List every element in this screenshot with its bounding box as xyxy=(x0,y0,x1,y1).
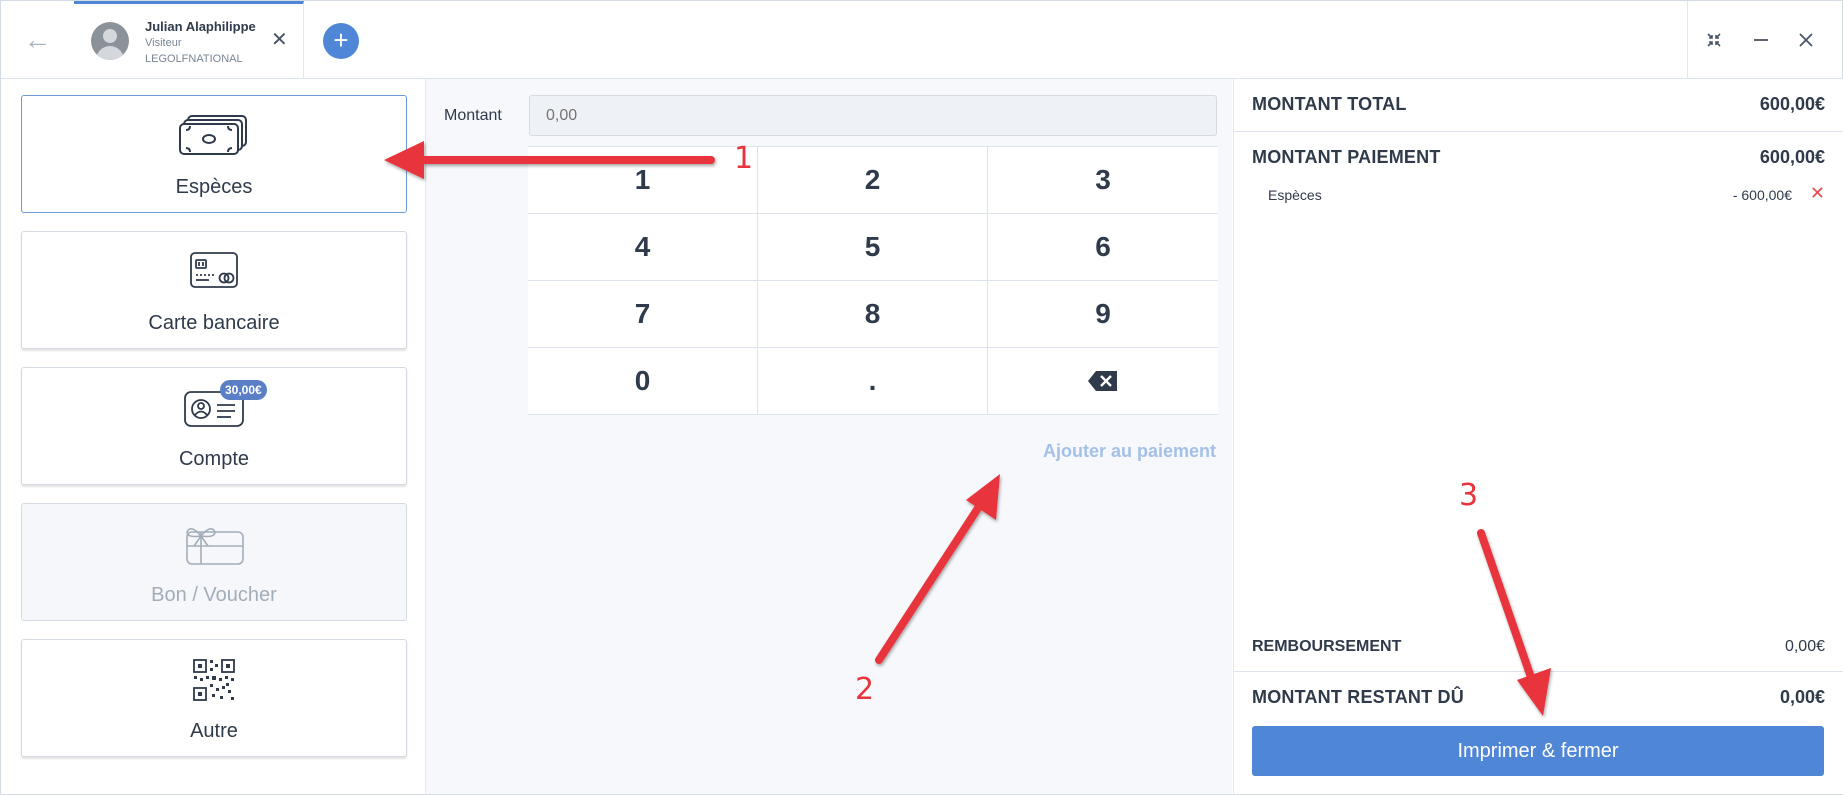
refund-value: 0,00€ xyxy=(1784,638,1825,655)
key-6[interactable]: 6 xyxy=(988,214,1218,281)
credit-card-icon xyxy=(22,250,406,296)
collapse-button[interactable] xyxy=(1692,1,1736,78)
amount-entry-panel: Montant 1 2 3 4 5 6 7 8 9 0 . Ajouter au… xyxy=(426,79,1232,794)
payment-method-account[interactable]: 30,00€ Compte xyxy=(21,367,407,485)
customer-name: Julian Alaphilippe xyxy=(145,19,256,34)
payment-method-voucher: Bon / Voucher xyxy=(21,503,407,621)
key-4[interactable]: 4 xyxy=(528,214,758,281)
payment-method-label: Bon / Voucher xyxy=(151,584,277,606)
key-5[interactable]: 5 xyxy=(758,214,988,281)
key-2[interactable]: 2 xyxy=(758,147,988,214)
annotation-number-1: 1 xyxy=(734,141,754,176)
payment-method-other[interactable]: Autre xyxy=(21,639,407,757)
gift-card-icon xyxy=(22,522,406,568)
key-0[interactable]: 0 xyxy=(528,348,758,415)
qr-code-icon xyxy=(22,658,406,704)
add-tab-button[interactable]: + xyxy=(323,23,359,59)
close-icon xyxy=(1799,32,1813,47)
key-3[interactable]: 3 xyxy=(988,147,1218,214)
minimize-button[interactable] xyxy=(1739,1,1783,78)
key-decimal[interactable]: . xyxy=(758,348,988,415)
payment-summary-panel: MONTANT TOTAL 600,00€ MONTANT PAIEMENT 6… xyxy=(1233,79,1843,794)
close-window-button[interactable] xyxy=(1784,1,1828,78)
add-to-payment-button[interactable]: Ajouter au paiement xyxy=(1043,441,1216,462)
payment-method-label: Carte bancaire xyxy=(148,312,280,334)
customer-tab[interactable]: Julian Alaphilippe Visiteur LEGOLFNATION… xyxy=(74,1,304,78)
account-balance-badge: 30,00€ xyxy=(220,380,267,400)
payment-method-label: Espèces xyxy=(175,176,253,198)
key-1[interactable]: 1 xyxy=(528,147,758,214)
top-bar: ← Julian Alaphilippe Visiteur LEGOLFNATI… xyxy=(1,1,1842,79)
payment-line-value: - 600,00€ xyxy=(1732,187,1792,203)
amount-label: Montant xyxy=(444,107,502,124)
total-amount-value: 600,00€ xyxy=(1759,94,1825,114)
close-tab-icon[interactable]: ✕ xyxy=(271,30,288,50)
plus-icon: + xyxy=(333,25,349,55)
payment-methods-panel: Espèces Carte bancaire 30,00€ Compte Bon… xyxy=(1,79,426,794)
customer-role: Visiteur xyxy=(145,37,182,49)
collapse-icon xyxy=(1707,32,1721,47)
key-backspace[interactable] xyxy=(988,348,1218,415)
remaining-due-value: 0,00€ xyxy=(1779,687,1825,707)
remaining-due-label: MONTANT RESTANT DÛ xyxy=(1252,687,1464,707)
annotation-number-3: 3 xyxy=(1459,478,1479,513)
amount-input[interactable] xyxy=(529,95,1217,136)
key-9[interactable]: 9 xyxy=(988,281,1218,348)
payment-amount-value: 600,00€ xyxy=(1759,147,1825,167)
arrow-left-icon: ← xyxy=(23,23,52,55)
avatar xyxy=(91,22,129,60)
payment-method-cash[interactable]: Espèces xyxy=(21,95,407,213)
payment-amount-label: MONTANT PAIEMENT xyxy=(1252,147,1441,167)
payment-line-label: Espèces xyxy=(1268,187,1322,203)
print-and-close-button[interactable]: Imprimer & fermer xyxy=(1252,726,1824,776)
minimize-icon xyxy=(1754,38,1768,41)
customer-club: LEGOLFNATIONAL xyxy=(145,53,243,65)
payment-method-label: Autre xyxy=(190,720,238,742)
app-window: ← Julian Alaphilippe Visiteur LEGOLFNATI… xyxy=(0,0,1843,795)
back-button[interactable]: ← xyxy=(1,1,75,78)
refund-label: REMBOURSEMENT xyxy=(1252,638,1402,655)
key-7[interactable]: 7 xyxy=(528,281,758,348)
payment-method-card[interactable]: Carte bancaire xyxy=(21,231,407,349)
remove-payment-icon[interactable]: ✕ xyxy=(1810,183,1825,204)
annotation-number-2: 2 xyxy=(855,672,875,707)
numeric-keypad: 1 2 3 4 5 6 7 8 9 0 . xyxy=(528,146,1218,415)
total-amount-label: MONTANT TOTAL xyxy=(1252,94,1407,114)
backspace-icon xyxy=(1088,371,1117,391)
payment-method-label: Compte xyxy=(178,448,250,470)
cash-icon xyxy=(22,114,406,160)
key-8[interactable]: 8 xyxy=(758,281,988,348)
account-card-icon xyxy=(22,386,406,432)
